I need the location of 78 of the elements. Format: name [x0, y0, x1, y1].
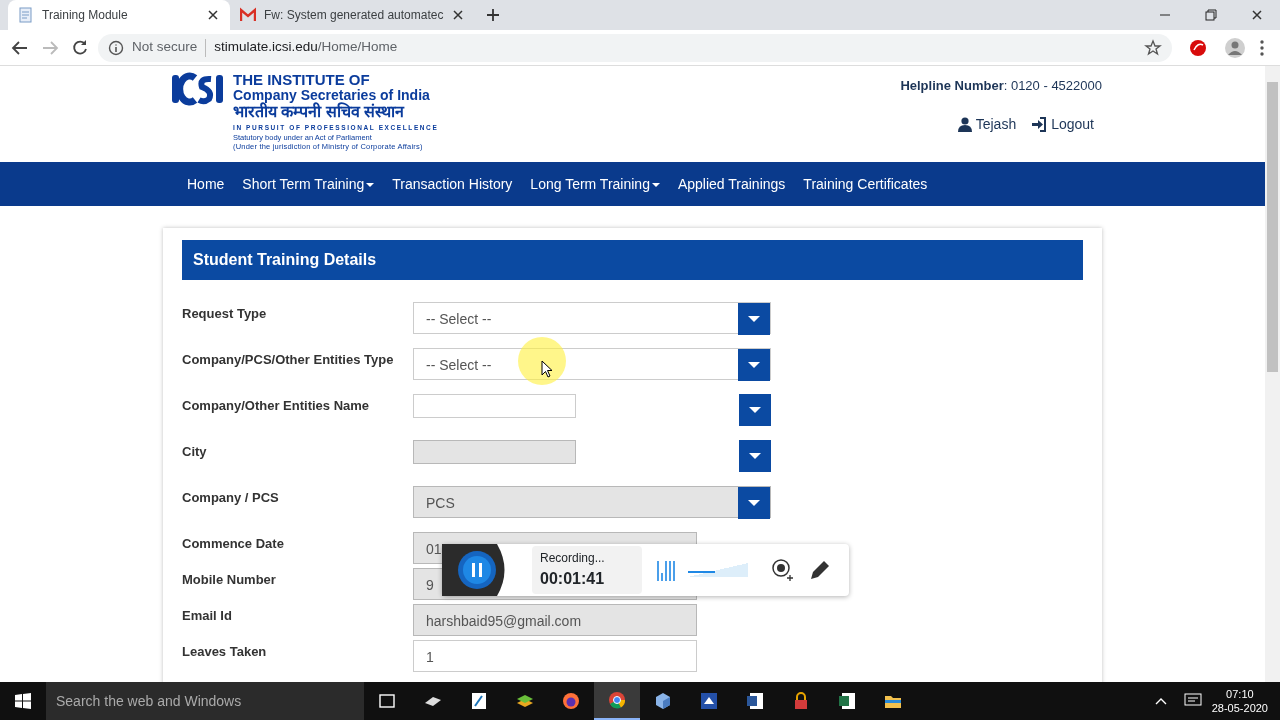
spreadsheet-icon	[837, 691, 857, 711]
tab-title: Fw: System generated automatec	[264, 7, 444, 24]
user-icon	[957, 116, 972, 132]
close-icon[interactable]	[1250, 8, 1264, 22]
cursor-icon	[518, 337, 566, 385]
scanner-icon	[699, 691, 719, 711]
nav-link[interactable]: Short Term Training	[233, 173, 384, 195]
cube-icon	[653, 691, 673, 711]
nav-link[interactable]: Home	[178, 173, 234, 195]
nav-link[interactable]: Transaction History	[383, 173, 522, 195]
tab-title: Training Module	[42, 7, 129, 24]
helpline-text: Helpline Number: 0120 - 4522000	[900, 77, 1102, 95]
new-tab-icon[interactable]	[485, 7, 502, 23]
caret-icon	[748, 316, 760, 322]
close-icon[interactable]	[206, 8, 220, 22]
taskbar-app[interactable]	[594, 682, 640, 720]
logo-text: THE INSTITUTE OF	[233, 72, 371, 88]
input-field[interactable]: 1	[413, 640, 697, 672]
audio-bars-icon	[656, 559, 676, 581]
field-label: Company/PCS/Other Entities Type	[182, 351, 395, 369]
task-view-icon	[377, 691, 397, 711]
star-icon[interactable]	[1144, 38, 1162, 57]
scrollbar[interactable]	[1265, 66, 1280, 682]
notification-icon[interactable]	[1183, 693, 1202, 709]
pencil-icon[interactable]	[808, 558, 832, 582]
close-icon[interactable]	[451, 8, 466, 22]
field-label: Request Type	[182, 305, 268, 323]
avatar-icon[interactable]	[1224, 36, 1246, 59]
logout-link[interactable]: Logout	[1032, 113, 1094, 135]
field-label: Email Id	[182, 607, 233, 625]
input-field: harshbaid95@gmail.com	[413, 604, 697, 636]
field-label: City	[182, 443, 208, 461]
logo-icon	[171, 72, 225, 106]
field-label: Company/Other Entities Name	[182, 397, 371, 415]
select-field[interactable]: -- Select --	[413, 348, 771, 380]
nav-link[interactable]: Long Term Training	[521, 173, 669, 195]
panel-title: Student Training Details	[182, 240, 1083, 280]
select-field: PCS	[413, 486, 771, 518]
browser-tab[interactable]: Fw: System generated automatec	[230, 0, 476, 30]
clock[interactable]: 07:10 28-05-2020	[1211, 686, 1268, 716]
caret-icon	[749, 407, 761, 413]
mail-icon	[240, 7, 256, 23]
url-text: stimulate.icsi.edu/Home/Home	[214, 38, 398, 57]
recording-time: 00:01:41	[540, 569, 606, 589]
pdf-extension-icon[interactable]	[1188, 37, 1208, 58]
webcam-icon[interactable]	[770, 558, 794, 582]
dropdown-button[interactable]	[738, 303, 770, 335]
security-label: Not secure	[132, 38, 198, 57]
dropdown-button[interactable]	[738, 349, 770, 381]
caret-icon	[748, 362, 760, 368]
browser-tab[interactable]: Training Module	[8, 0, 230, 30]
search-field[interactable]: Search the web and Windows	[46, 682, 364, 720]
chrome-icon	[607, 690, 627, 710]
recording-status: Recording...	[540, 550, 606, 567]
logo-text: Company Secretaries of India	[233, 87, 431, 103]
info-icon	[108, 39, 124, 56]
fox-globe-icon	[561, 691, 581, 711]
windows-logo-icon	[15, 693, 31, 709]
caret-icon	[748, 500, 760, 506]
user-link[interactable]: Tejash	[957, 113, 1017, 135]
logout-icon	[1032, 116, 1048, 132]
document-app-icon	[745, 691, 765, 711]
field-label: Leaves Taken	[182, 643, 268, 661]
pen-app-icon	[469, 691, 489, 711]
field-label: Commence Date	[182, 535, 285, 553]
input-field[interactable]	[413, 394, 576, 418]
field-label: Mobile Number	[182, 571, 277, 589]
nav-link[interactable]: Training Certificates	[794, 173, 937, 195]
nav-link[interactable]: Applied Trainings	[668, 173, 795, 195]
logo-text: भारतीय कम्पनी सचिव संस्थान	[233, 104, 406, 122]
address-bar[interactable]: Not secure stimulate.icsi.edu/Home/Home	[98, 33, 1172, 62]
dropdown-button[interactable]	[739, 440, 771, 472]
select-field[interactable]: -- Select --	[413, 302, 771, 334]
caret-icon	[749, 453, 761, 459]
field-label: Company / PCS	[182, 489, 280, 507]
dropdown-button[interactable]	[739, 394, 771, 426]
document-icon	[18, 7, 34, 23]
restore-icon[interactable]	[1205, 9, 1217, 21]
